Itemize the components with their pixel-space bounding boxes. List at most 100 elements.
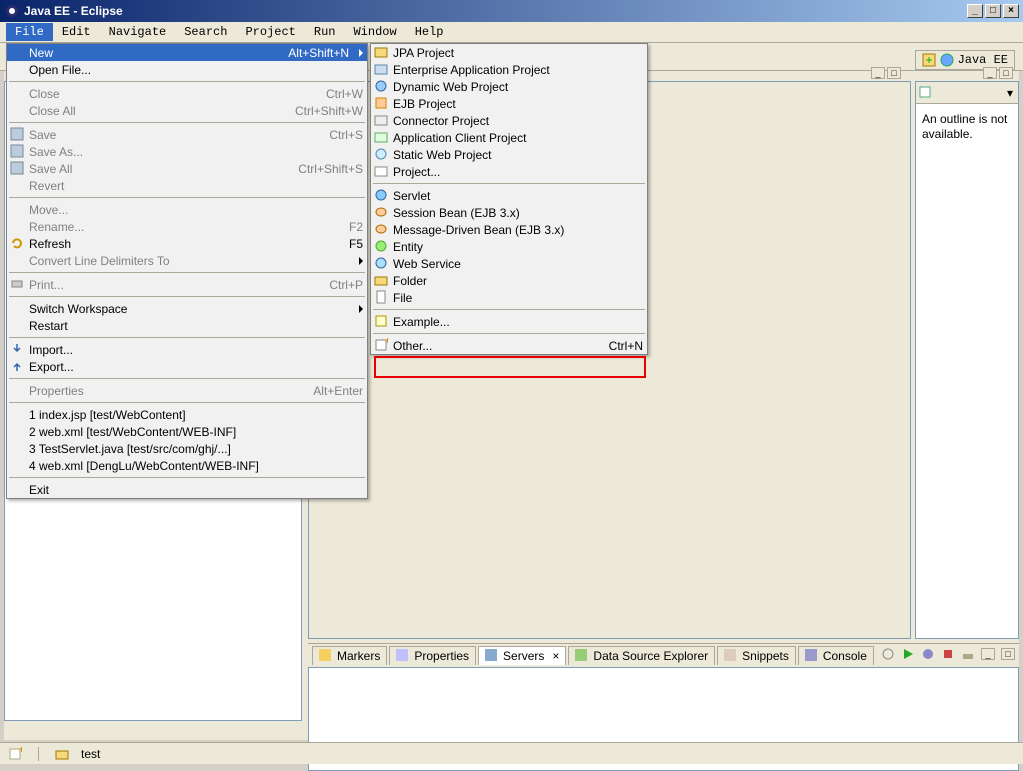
editor-minimize-button[interactable]: _ [871,67,885,79]
new-session-bean[interactable]: Session Bean (EJB 3.x) [371,204,647,221]
tab-properties[interactable]: Properties [389,646,476,665]
menu-file[interactable]: File [6,23,53,41]
svg-text:+: + [925,53,932,67]
new-jpa-project[interactable]: JPA Project [371,44,647,61]
new-dynamic-web-project[interactable]: Dynamic Web Project [371,78,647,95]
bottom-maximize-button[interactable]: □ [1001,648,1015,660]
eclipse-icon [4,3,20,19]
status-separator [38,747,39,761]
file-refresh[interactable]: RefreshF5 [7,235,367,252]
tab-snippets[interactable]: Snippets [717,646,796,665]
refresh-icon [9,235,25,251]
console-icon [805,649,819,663]
file-exit[interactable]: Exit [7,481,367,498]
markers-icon [319,649,333,663]
menu-separator [9,81,365,82]
outline-body: An outline is not available. [916,104,1018,638]
bottom-minimize-button[interactable]: _ [981,648,995,660]
file-move: Move... [7,201,367,218]
svg-text:+: + [18,747,22,756]
new-static-web-project[interactable]: Static Web Project [371,146,647,163]
menu-search[interactable]: Search [175,23,236,41]
new-ejb-project[interactable]: EJB Project [371,95,647,112]
new-enterprise-app-project[interactable]: Enterprise Application Project [371,61,647,78]
server-run-icon[interactable] [901,647,915,661]
print-icon [9,276,25,292]
file-import[interactable]: Import... [7,341,367,358]
file-export[interactable]: Export... [7,358,367,375]
server-link-icon[interactable] [881,647,895,661]
file-close-all: Close AllCtrl+Shift+W [7,102,367,119]
new-folder[interactable]: Folder [371,272,647,289]
server-publish-icon[interactable] [961,647,975,661]
file-icon [373,289,389,305]
new-other[interactable]: +Other...Ctrl+N [371,337,647,354]
right-minimize-button[interactable]: _ [983,67,997,79]
file-recent-2[interactable]: 2 web.xml [test/WebContent/WEB-INF] [7,423,367,440]
minimize-button[interactable]: _ [967,4,983,18]
server-stop-icon[interactable] [941,647,955,661]
snippets-icon [724,649,738,663]
menu-help[interactable]: Help [406,23,453,41]
menu-separator [9,477,365,478]
new-connector-project[interactable]: Connector Project [371,112,647,129]
menu-run[interactable]: Run [305,23,345,41]
project-icon [373,163,389,179]
static-web-icon [373,146,389,162]
window-controls: _ □ × [967,4,1019,18]
tab-console[interactable]: Console [798,646,874,665]
export-icon [9,358,25,374]
file-recent-4[interactable]: 4 web.xml [DengLu/WebContent/WEB-INF] [7,457,367,474]
status-new-icon[interactable]: + [8,747,22,761]
tab-servers-close-icon[interactable]: × [552,649,559,663]
new-servlet[interactable]: Servlet [371,187,647,204]
svg-text:+: + [384,338,388,347]
new-message-driven-bean[interactable]: Message-Driven Bean (EJB 3.x) [371,221,647,238]
ejb-project-icon [373,95,389,111]
menu-separator [373,333,645,334]
bottom-toolbar: _ □ [881,643,1015,665]
server-debug-icon[interactable] [921,647,935,661]
file-print: Print...Ctrl+P [7,276,367,293]
file-recent-3[interactable]: 3 TestServlet.java [test/src/com/ghj/...… [7,440,367,457]
new-project[interactable]: Project... [371,163,647,180]
file-new[interactable]: NewAlt+Shift+N [7,44,367,61]
tab-markers[interactable]: Markers [312,646,387,665]
outline-icon [918,85,934,101]
menu-separator [373,183,645,184]
file-switch-workspace[interactable]: Switch Workspace [7,300,367,317]
menu-project[interactable]: Project [236,23,304,41]
right-maximize-button[interactable]: □ [999,67,1013,79]
new-web-service[interactable]: Web Service [371,255,647,272]
new-file[interactable]: File [371,289,647,306]
editor-maximize-button[interactable]: □ [887,67,901,79]
tab-data-source-explorer[interactable]: Data Source Explorer [568,646,715,665]
file-rename: Rename...F2 [7,218,367,235]
tab-servers-label: Servers [503,649,544,663]
menu-separator [9,122,365,123]
new-example[interactable]: Example... [371,313,647,330]
status-project-icon [55,747,69,761]
file-close: CloseCtrl+W [7,85,367,102]
maximize-button[interactable]: □ [985,4,1001,18]
submenu-arrow-icon [359,257,363,265]
jpa-project-icon [373,44,389,60]
file-open-file[interactable]: Open File... [7,61,367,78]
close-button[interactable]: × [1003,4,1019,18]
file-menu-dropdown: NewAlt+Shift+N Open File... CloseCtrl+W … [6,43,368,499]
properties-icon [396,649,410,663]
outline-close-icon[interactable]: ▾ [1004,86,1016,100]
tab-servers[interactable]: Servers × [478,646,566,665]
tab-dse-label: Data Source Explorer [593,649,708,663]
open-perspective-icon[interactable]: + [922,53,936,67]
menu-window[interactable]: Window [344,23,405,41]
file-recent-1[interactable]: 1 index.jsp [test/WebContent] [7,406,367,423]
menu-navigate[interactable]: Navigate [100,23,176,41]
new-app-client-project[interactable]: Application Client Project [371,129,647,146]
menu-edit[interactable]: Edit [53,23,100,41]
file-properties: PropertiesAlt+Enter [7,382,367,399]
dynamic-web-icon [373,78,389,94]
new-entity[interactable]: Entity [371,238,647,255]
file-restart[interactable]: Restart [7,317,367,334]
perspective-label[interactable]: Java EE [958,53,1008,67]
